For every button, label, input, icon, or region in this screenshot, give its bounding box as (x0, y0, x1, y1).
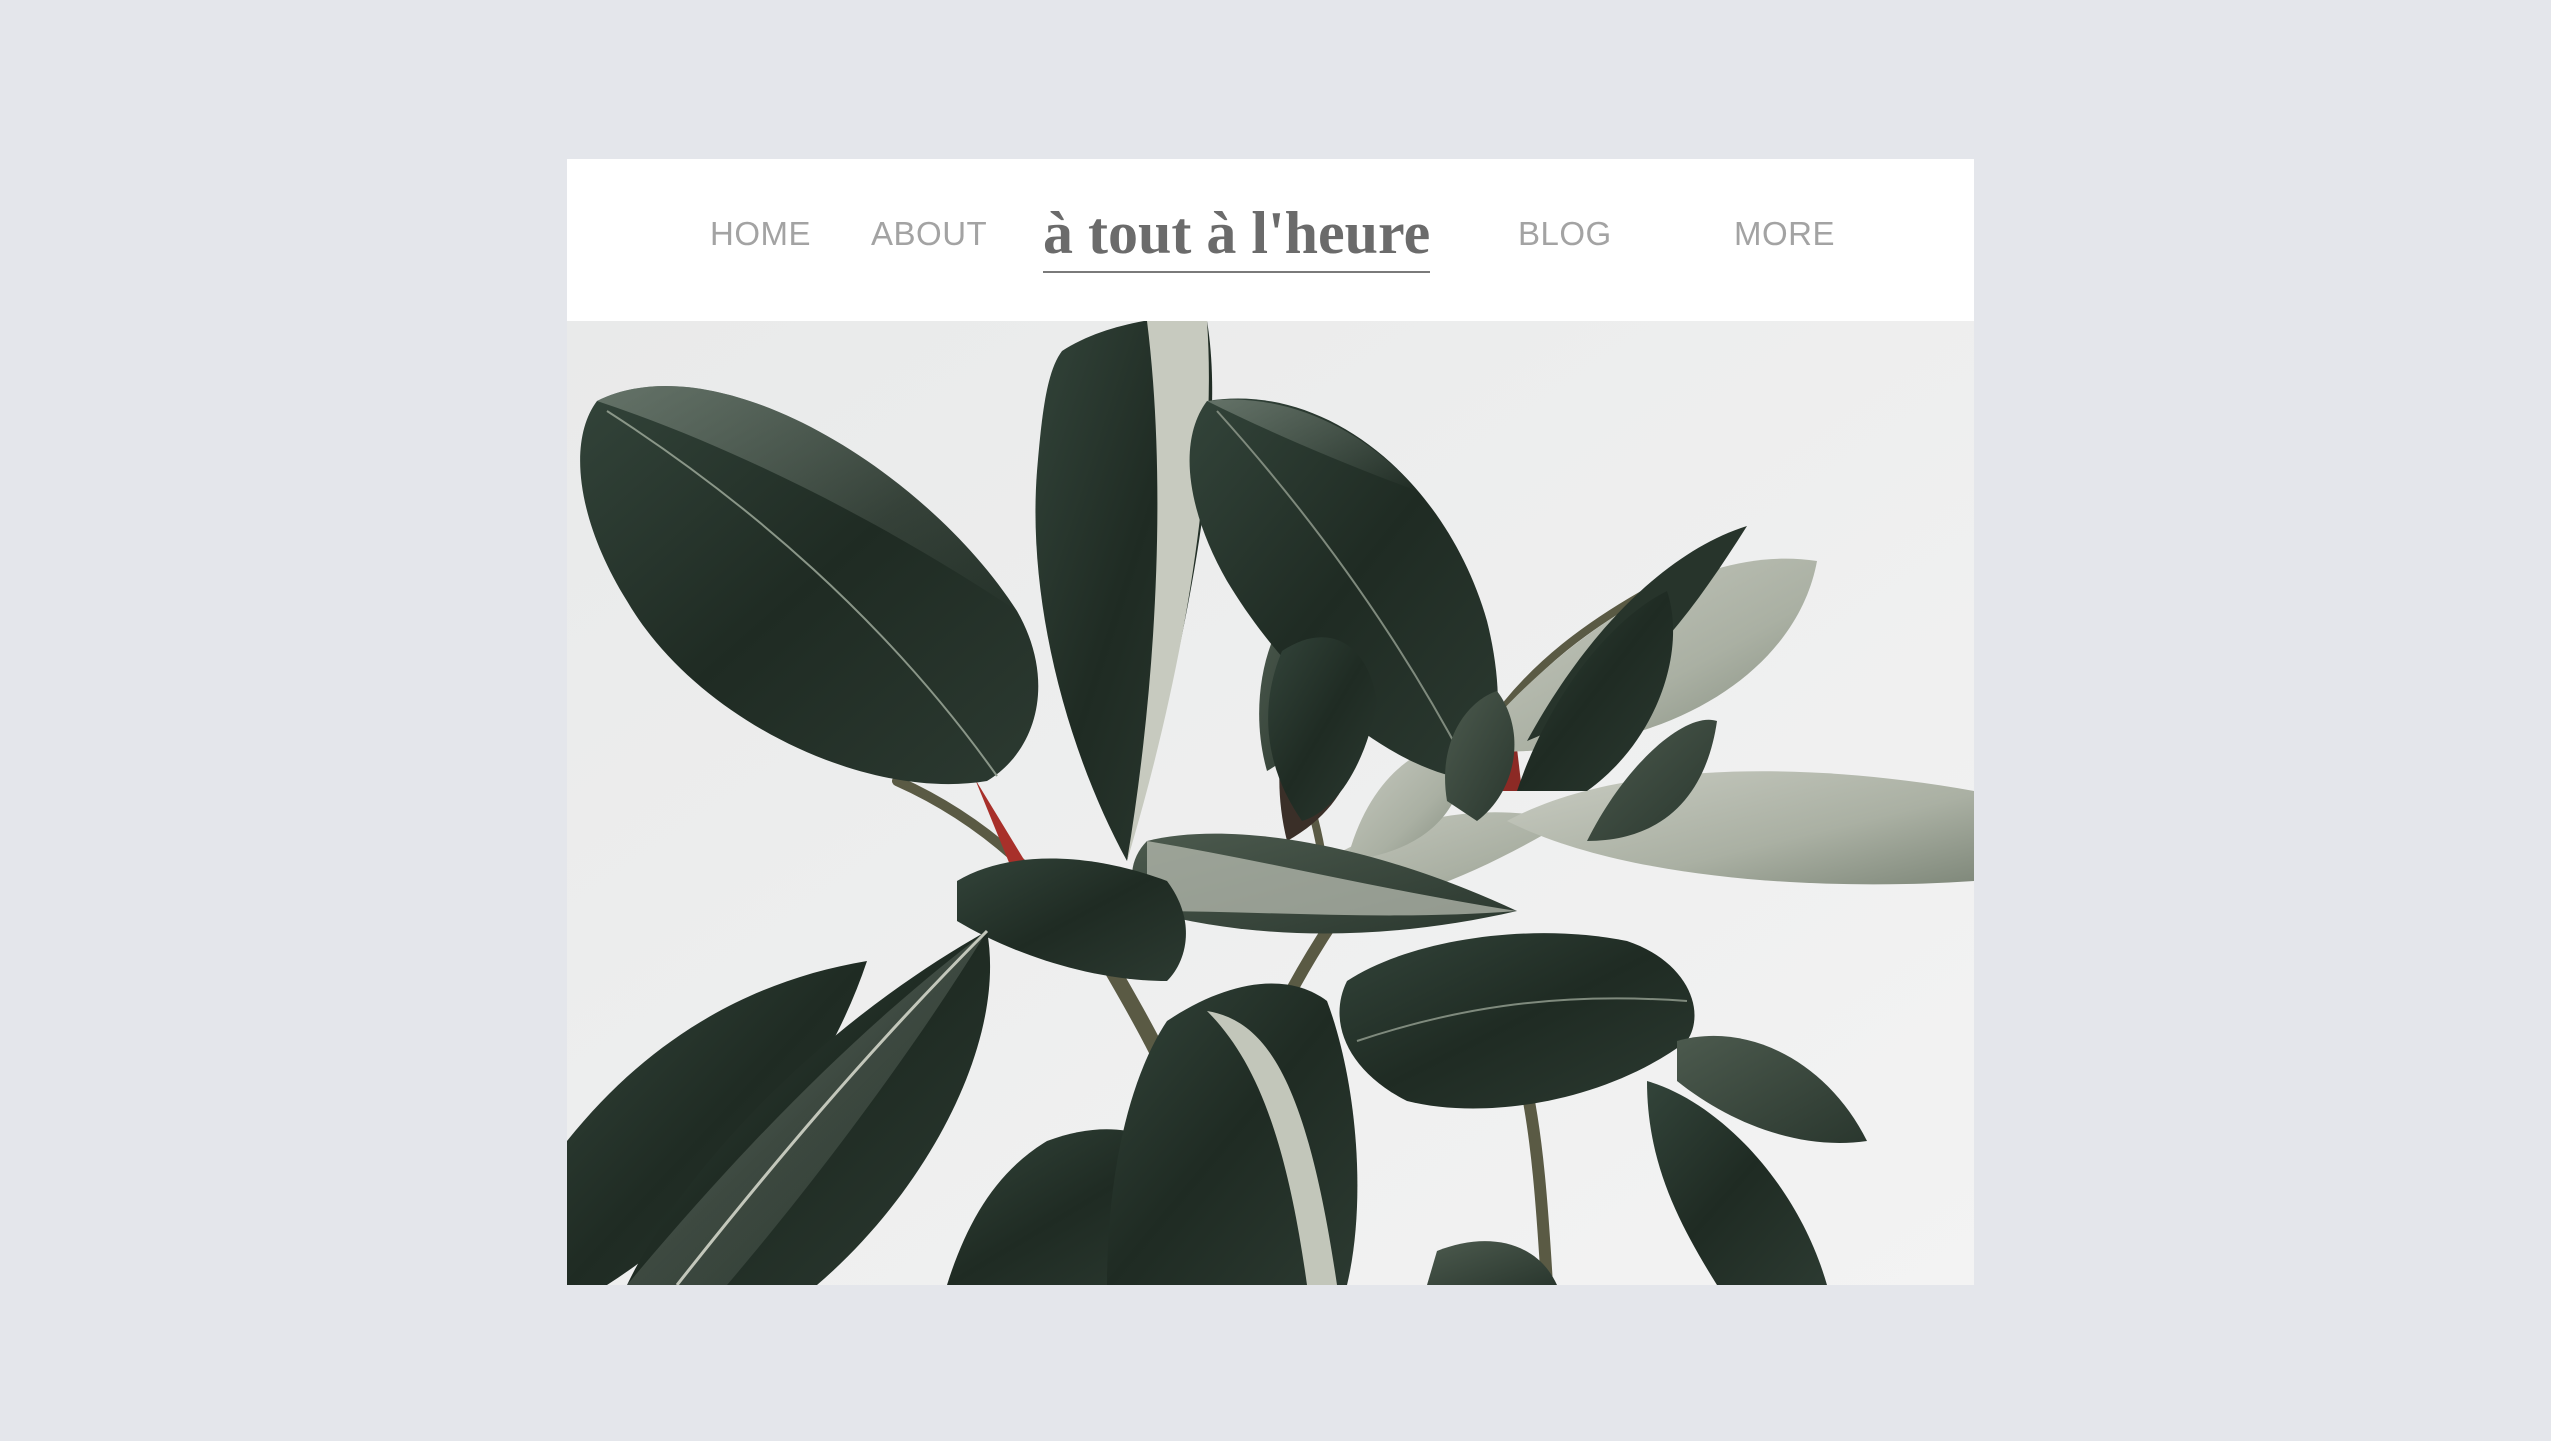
top-navigation: HOME ABOUT à tout à l'heure BLOG MORE (567, 159, 1974, 321)
nav-link-about[interactable]: ABOUT (871, 217, 987, 250)
nav-link-blog[interactable]: BLOG (1518, 217, 1612, 250)
rubber-plant-illustration (567, 321, 1974, 1285)
website-preview-frame: HOME ABOUT à tout à l'heure BLOG MORE (567, 159, 1974, 1285)
site-title[interactable]: à tout à l'heure (1043, 203, 1431, 273)
nav-link-home[interactable]: HOME (710, 217, 811, 250)
nav-link-more[interactable]: MORE (1734, 217, 1835, 250)
hero-image (567, 321, 1974, 1285)
